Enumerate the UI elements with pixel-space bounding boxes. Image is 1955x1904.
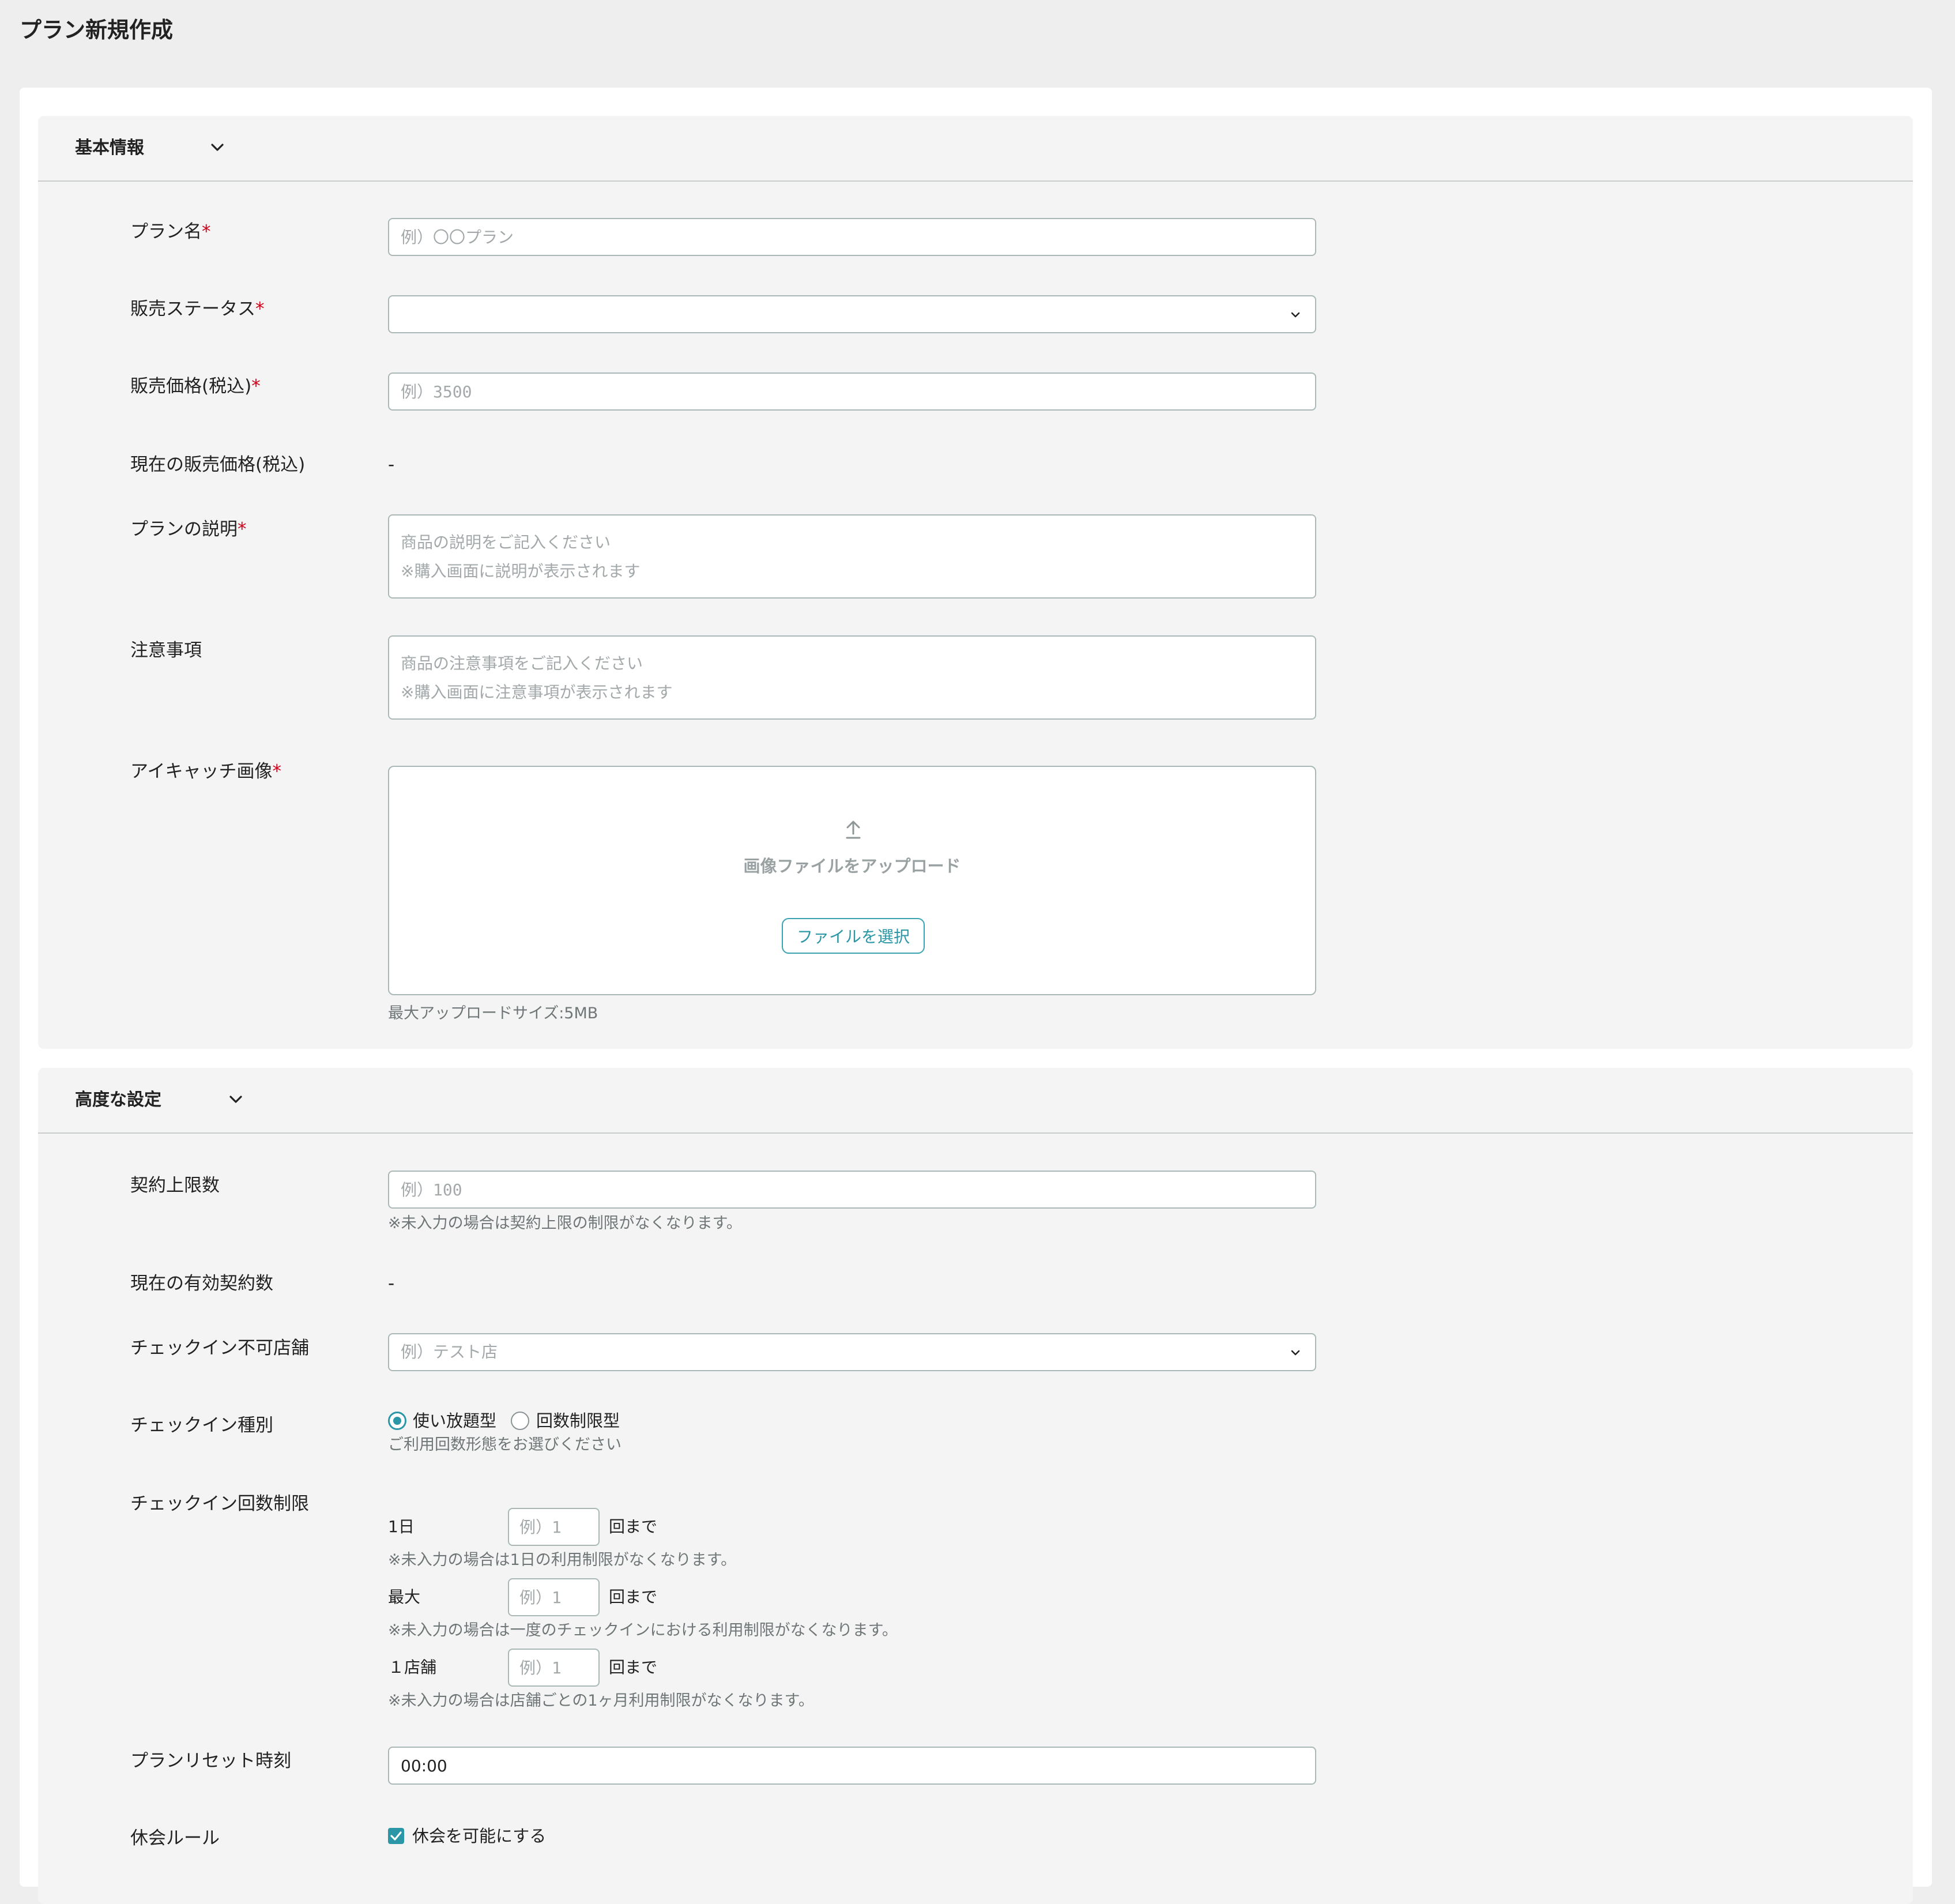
basic-info-title: 基本情報 bbox=[75, 138, 144, 158]
chevron-down-icon[interactable] bbox=[209, 139, 226, 156]
suspension-rule-label: 休会ルール bbox=[130, 1828, 220, 1849]
description-textarea[interactable] bbox=[388, 514, 1316, 599]
active-contracts-value: - bbox=[388, 1273, 395, 1294]
required-mark: * bbox=[272, 761, 281, 782]
contract-limit-hint: ※未入力の場合は契約上限の制限がなくなります。 bbox=[388, 1214, 742, 1232]
notes-textarea[interactable] bbox=[388, 635, 1316, 720]
page-title: プラン新規作成 bbox=[20, 17, 174, 43]
plan-reset-time-input[interactable] bbox=[388, 1747, 1316, 1785]
checkmark-icon bbox=[390, 1831, 402, 1841]
checkin-type-limited-label[interactable]: 回数制限型 bbox=[536, 1409, 620, 1432]
max-limit-input[interactable] bbox=[508, 1578, 600, 1616]
chevron-down-icon[interactable] bbox=[227, 1091, 244, 1108]
max-upload-size-hint: 最大アップロードサイズ:5MB bbox=[388, 1004, 598, 1022]
choose-file-button[interactable]: ファイルを選択 bbox=[782, 918, 925, 954]
chevron-down-icon bbox=[1291, 1350, 1300, 1356]
plan-reset-time-label: プランリセット時刻 bbox=[130, 1751, 291, 1771]
sales-price-input[interactable] bbox=[388, 372, 1316, 411]
required-mark: * bbox=[255, 299, 265, 319]
checkin-type-unlimited-label[interactable]: 使い放題型 bbox=[413, 1409, 496, 1432]
eyecatch-label: アイキャッチ画像* bbox=[130, 761, 281, 782]
max-limit-label: 最大 bbox=[388, 1587, 421, 1606]
plan-name-input[interactable] bbox=[388, 218, 1316, 256]
checkin-type-unlimited-radio[interactable] bbox=[388, 1412, 406, 1430]
suspension-checkbox-label[interactable]: 休会を可能にする bbox=[412, 1824, 546, 1847]
checkin-type-label: チェックイン種別 bbox=[130, 1415, 273, 1436]
per-store-limit-hint: ※未入力の場合は店舗ごとの1ヶ月利用制限がなくなります。 bbox=[388, 1692, 814, 1710]
advanced-settings-title: 高度な設定 bbox=[75, 1090, 161, 1110]
plan-name-label: プラン名* bbox=[130, 221, 211, 242]
sales-price-label: 販売価格(税込)* bbox=[130, 376, 261, 397]
checkin-type-limited-radio[interactable] bbox=[511, 1412, 529, 1430]
daily-limit-unit: 回まで bbox=[609, 1517, 658, 1536]
contract-limit-input[interactable] bbox=[388, 1171, 1316, 1209]
max-limit-unit: 回まで bbox=[609, 1587, 658, 1606]
daily-limit-hint: ※未入力の場合は1日の利用制限がなくなります。 bbox=[388, 1551, 737, 1569]
per-store-limit-input[interactable] bbox=[508, 1649, 600, 1687]
description-label: プランの説明* bbox=[130, 519, 247, 540]
upload-text: 画像ファイルをアップロード bbox=[743, 856, 961, 876]
image-upload-dropzone[interactable]: 画像ファイルをアップロード ファイルを選択 bbox=[388, 766, 1316, 995]
active-contracts-label: 現在の有効契約数 bbox=[130, 1273, 273, 1294]
upload-icon bbox=[846, 821, 861, 839]
current-price-label: 現在の販売価格(税込) bbox=[130, 454, 306, 475]
basic-info-header[interactable]: 基本情報 bbox=[38, 116, 1913, 182]
max-limit-hint: ※未入力の場合は一度のチェックインにおける利用制限がなくなります。 bbox=[388, 1621, 898, 1639]
daily-limit-label: 1日 bbox=[388, 1517, 415, 1536]
suspension-checkbox[interactable] bbox=[388, 1828, 404, 1844]
sales-status-label: 販売ステータス* bbox=[130, 299, 265, 319]
checkin-type-hint: ご利用回数形態をお選びください bbox=[388, 1436, 621, 1454]
per-store-limit-unit: 回まで bbox=[609, 1658, 658, 1677]
checkin-excluded-stores-placeholder: 例）テスト店 bbox=[401, 1342, 498, 1361]
required-mark: * bbox=[251, 376, 261, 397]
sales-status-select[interactable] bbox=[388, 295, 1316, 333]
contract-limit-label: 契約上限数 bbox=[130, 1175, 220, 1196]
required-mark: * bbox=[238, 519, 247, 540]
chevron-down-icon bbox=[1291, 312, 1300, 318]
required-mark: * bbox=[202, 221, 211, 242]
notes-label: 注意事項 bbox=[130, 640, 202, 661]
daily-limit-input[interactable] bbox=[508, 1508, 600, 1546]
per-store-limit-label: １店舗 bbox=[388, 1658, 437, 1677]
advanced-settings-header[interactable]: 高度な設定 bbox=[38, 1068, 1913, 1134]
checkin-limits-label: チェックイン回数制限 bbox=[130, 1493, 309, 1514]
checkin-excluded-stores-label: チェックイン不可店舗 bbox=[130, 1338, 309, 1359]
current-price-value: - bbox=[388, 454, 395, 475]
checkin-excluded-stores-select[interactable]: 例）テスト店 bbox=[388, 1333, 1316, 1371]
